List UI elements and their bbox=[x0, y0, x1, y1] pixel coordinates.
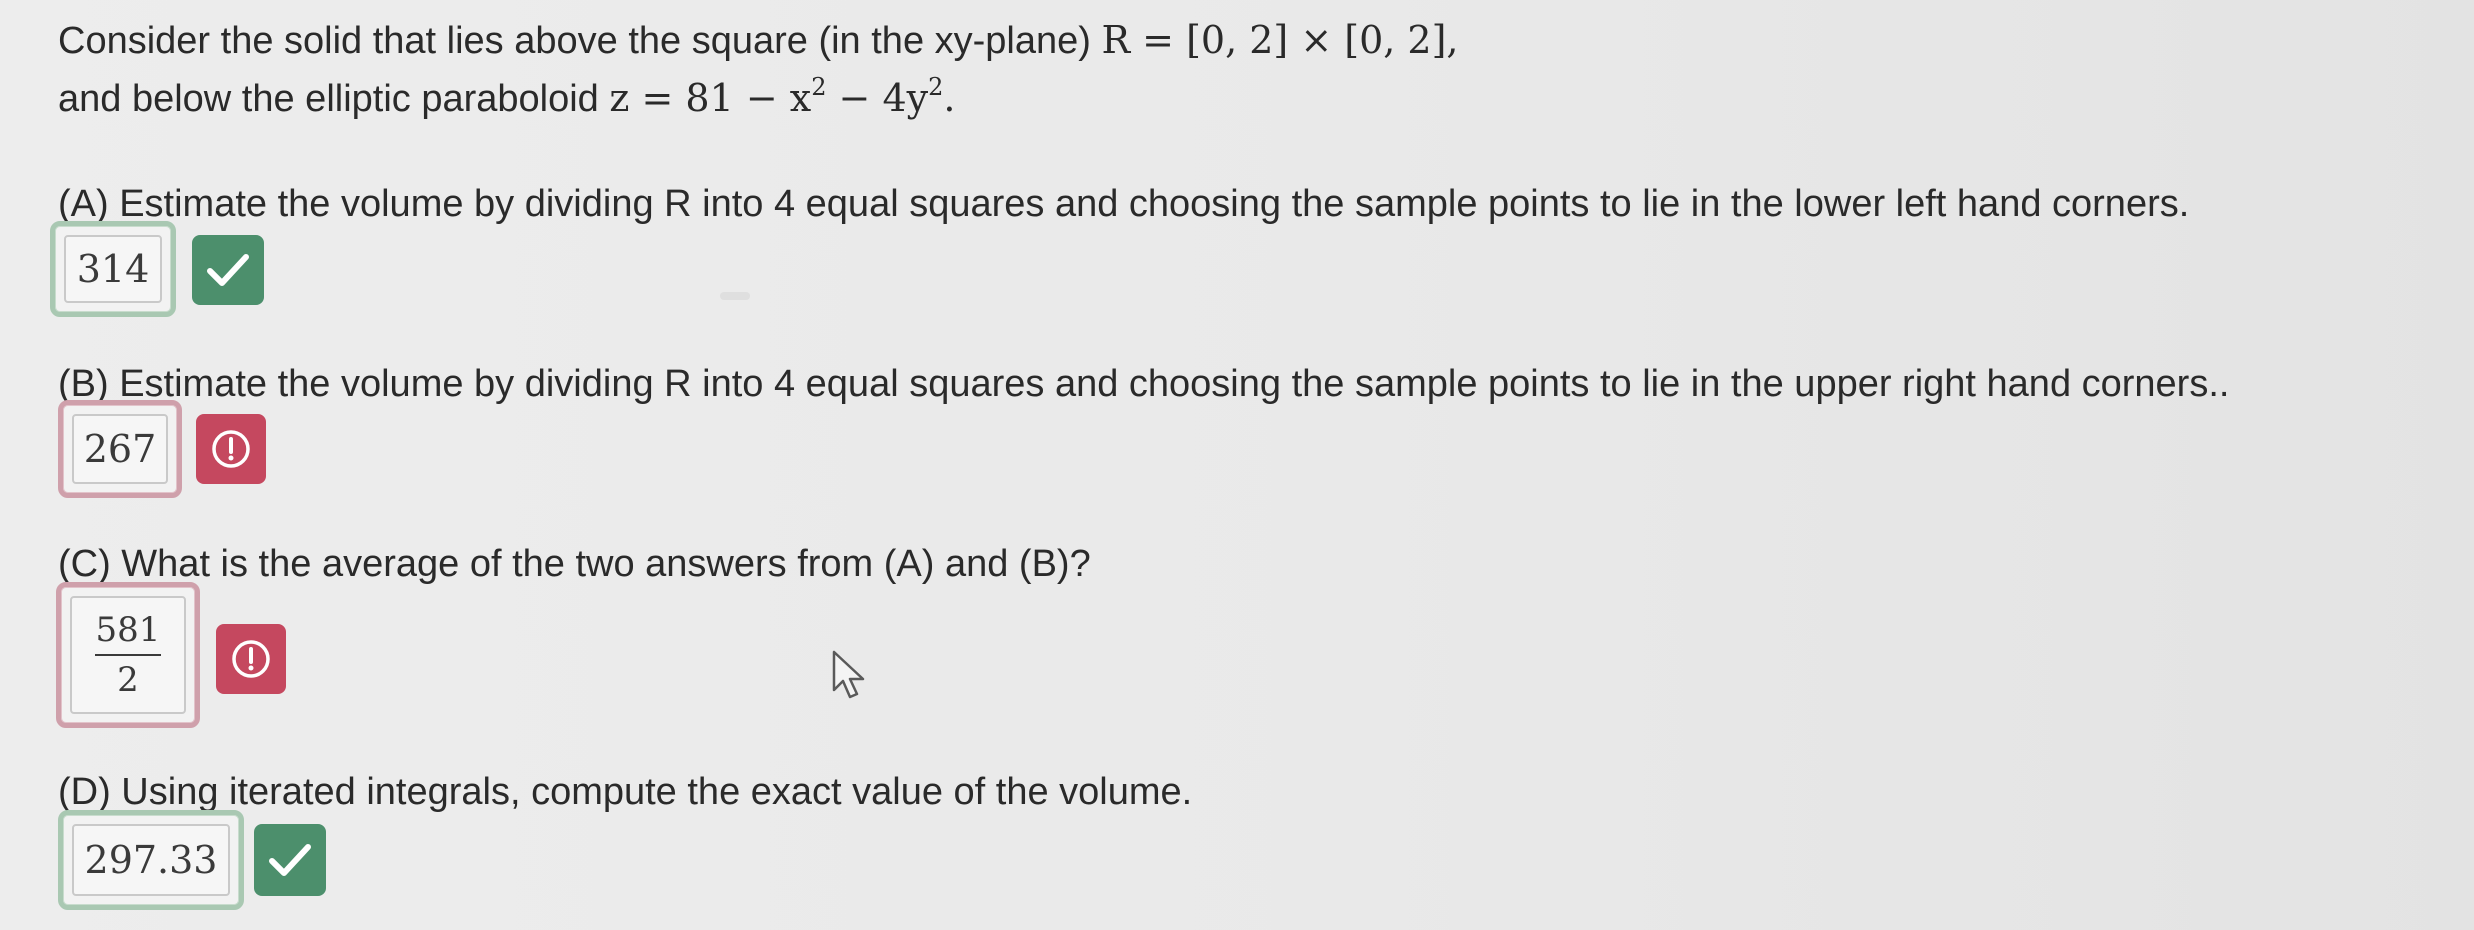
part-c-denominator: 2 bbox=[117, 660, 139, 700]
problem-surface-line: and below the elliptic paraboloid z = 81… bbox=[58, 74, 956, 123]
problem-page: Consider the solid that lies above the s… bbox=[0, 0, 2474, 930]
part-d-prompt: (D) Using iterated integrals, compute th… bbox=[58, 771, 1193, 813]
checkmark-icon bbox=[207, 254, 249, 286]
surface-math-mid: − 4y bbox=[826, 76, 929, 120]
part-c-answer-fraction: 581 2 bbox=[95, 610, 161, 700]
part-a-answer-box[interactable]: 314 bbox=[50, 221, 176, 317]
part-d-correct-badge bbox=[254, 824, 326, 896]
part-d-answer-field[interactable]: 297.33 bbox=[72, 824, 230, 896]
part-d-answer-value: 297.33 bbox=[84, 838, 218, 882]
part-b-prompt: (B) Estimate the volume by dividing R in… bbox=[58, 363, 2230, 405]
part-b-answer-field[interactable]: 267 bbox=[72, 414, 168, 484]
problem-intro-text: Consider the solid that lies above the s… bbox=[58, 20, 1102, 62]
fraction-bar bbox=[95, 654, 161, 656]
part-a-answer-field[interactable]: 314 bbox=[64, 235, 162, 303]
problem-intro-line: Consider the solid that lies above the s… bbox=[58, 16, 1459, 65]
exclamation-circle-icon bbox=[212, 430, 250, 468]
exclamation-circle-icon bbox=[232, 640, 270, 678]
part-a-prompt: (A) Estimate the volume by dividing R in… bbox=[58, 183, 2190, 225]
surface-math: z = 81 − x2 − 4y2. bbox=[609, 73, 956, 120]
part-c-incorrect-badge bbox=[216, 624, 286, 694]
part-c-numerator: 581 bbox=[95, 610, 161, 650]
part-a-answer-value: 314 bbox=[76, 247, 150, 291]
surface-math-end: . bbox=[943, 76, 956, 120]
checkmark-icon bbox=[269, 844, 311, 876]
surface-exp-x: 2 bbox=[811, 73, 827, 101]
part-c-answer-field[interactable]: 581 2 bbox=[70, 596, 186, 714]
surface-exp-y: 2 bbox=[928, 73, 944, 101]
part-a-correct-badge bbox=[192, 235, 264, 305]
region-math: R = [0, 2] × [0, 2], bbox=[1101, 18, 1459, 62]
screen-smudge bbox=[720, 292, 750, 300]
mouse-pointer-icon bbox=[832, 650, 865, 699]
part-d-answer-box[interactable]: 297.33 bbox=[58, 810, 244, 910]
part-b-incorrect-badge bbox=[196, 414, 266, 484]
part-c-prompt: (C) What is the average of the two answe… bbox=[58, 543, 1091, 585]
part-b-answer-box[interactable]: 267 bbox=[58, 400, 182, 498]
part-c-answer-box[interactable]: 581 2 bbox=[56, 582, 200, 728]
part-b-answer-value: 267 bbox=[83, 427, 157, 471]
problem-surface-text: and below the elliptic paraboloid bbox=[58, 78, 610, 120]
surface-math-lhs: z = 81 − x bbox=[609, 76, 812, 120]
